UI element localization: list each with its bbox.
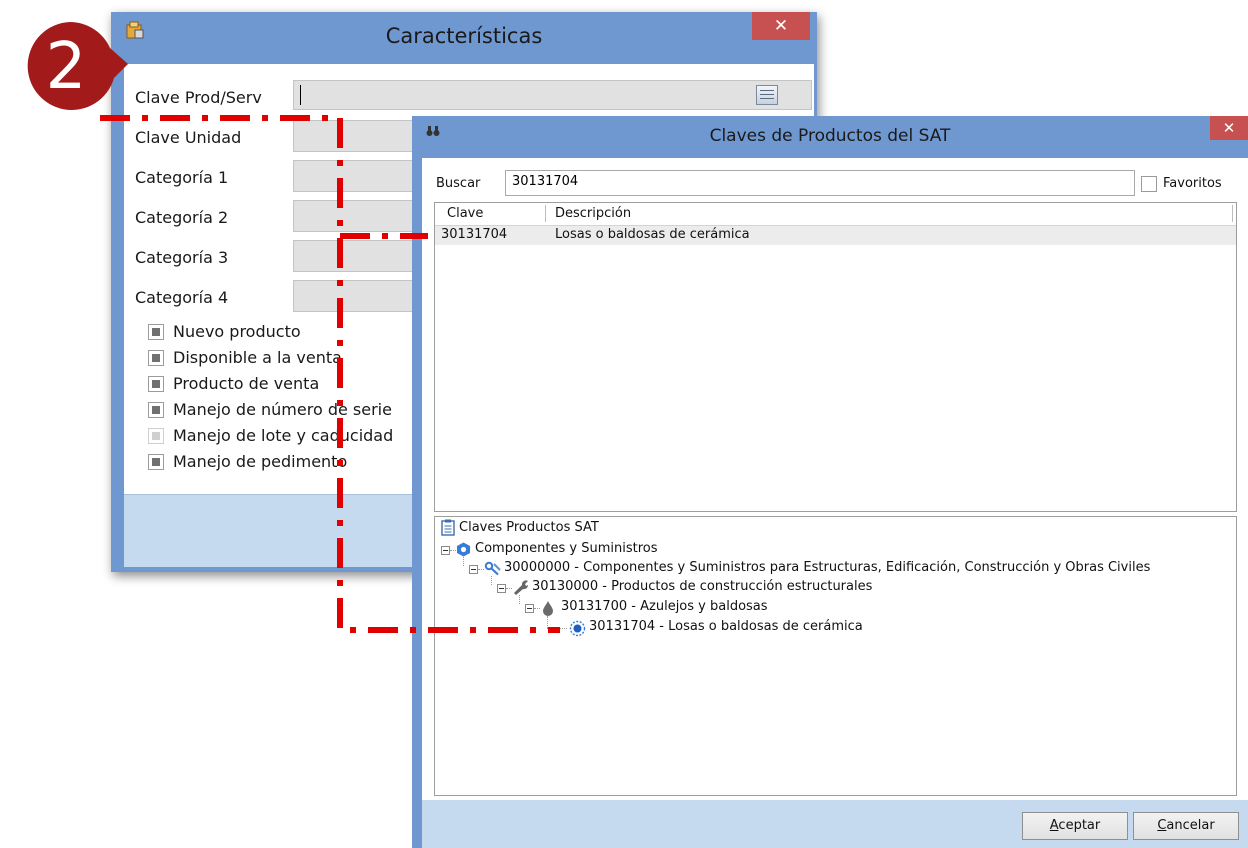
annotation-connector [100, 115, 560, 633]
